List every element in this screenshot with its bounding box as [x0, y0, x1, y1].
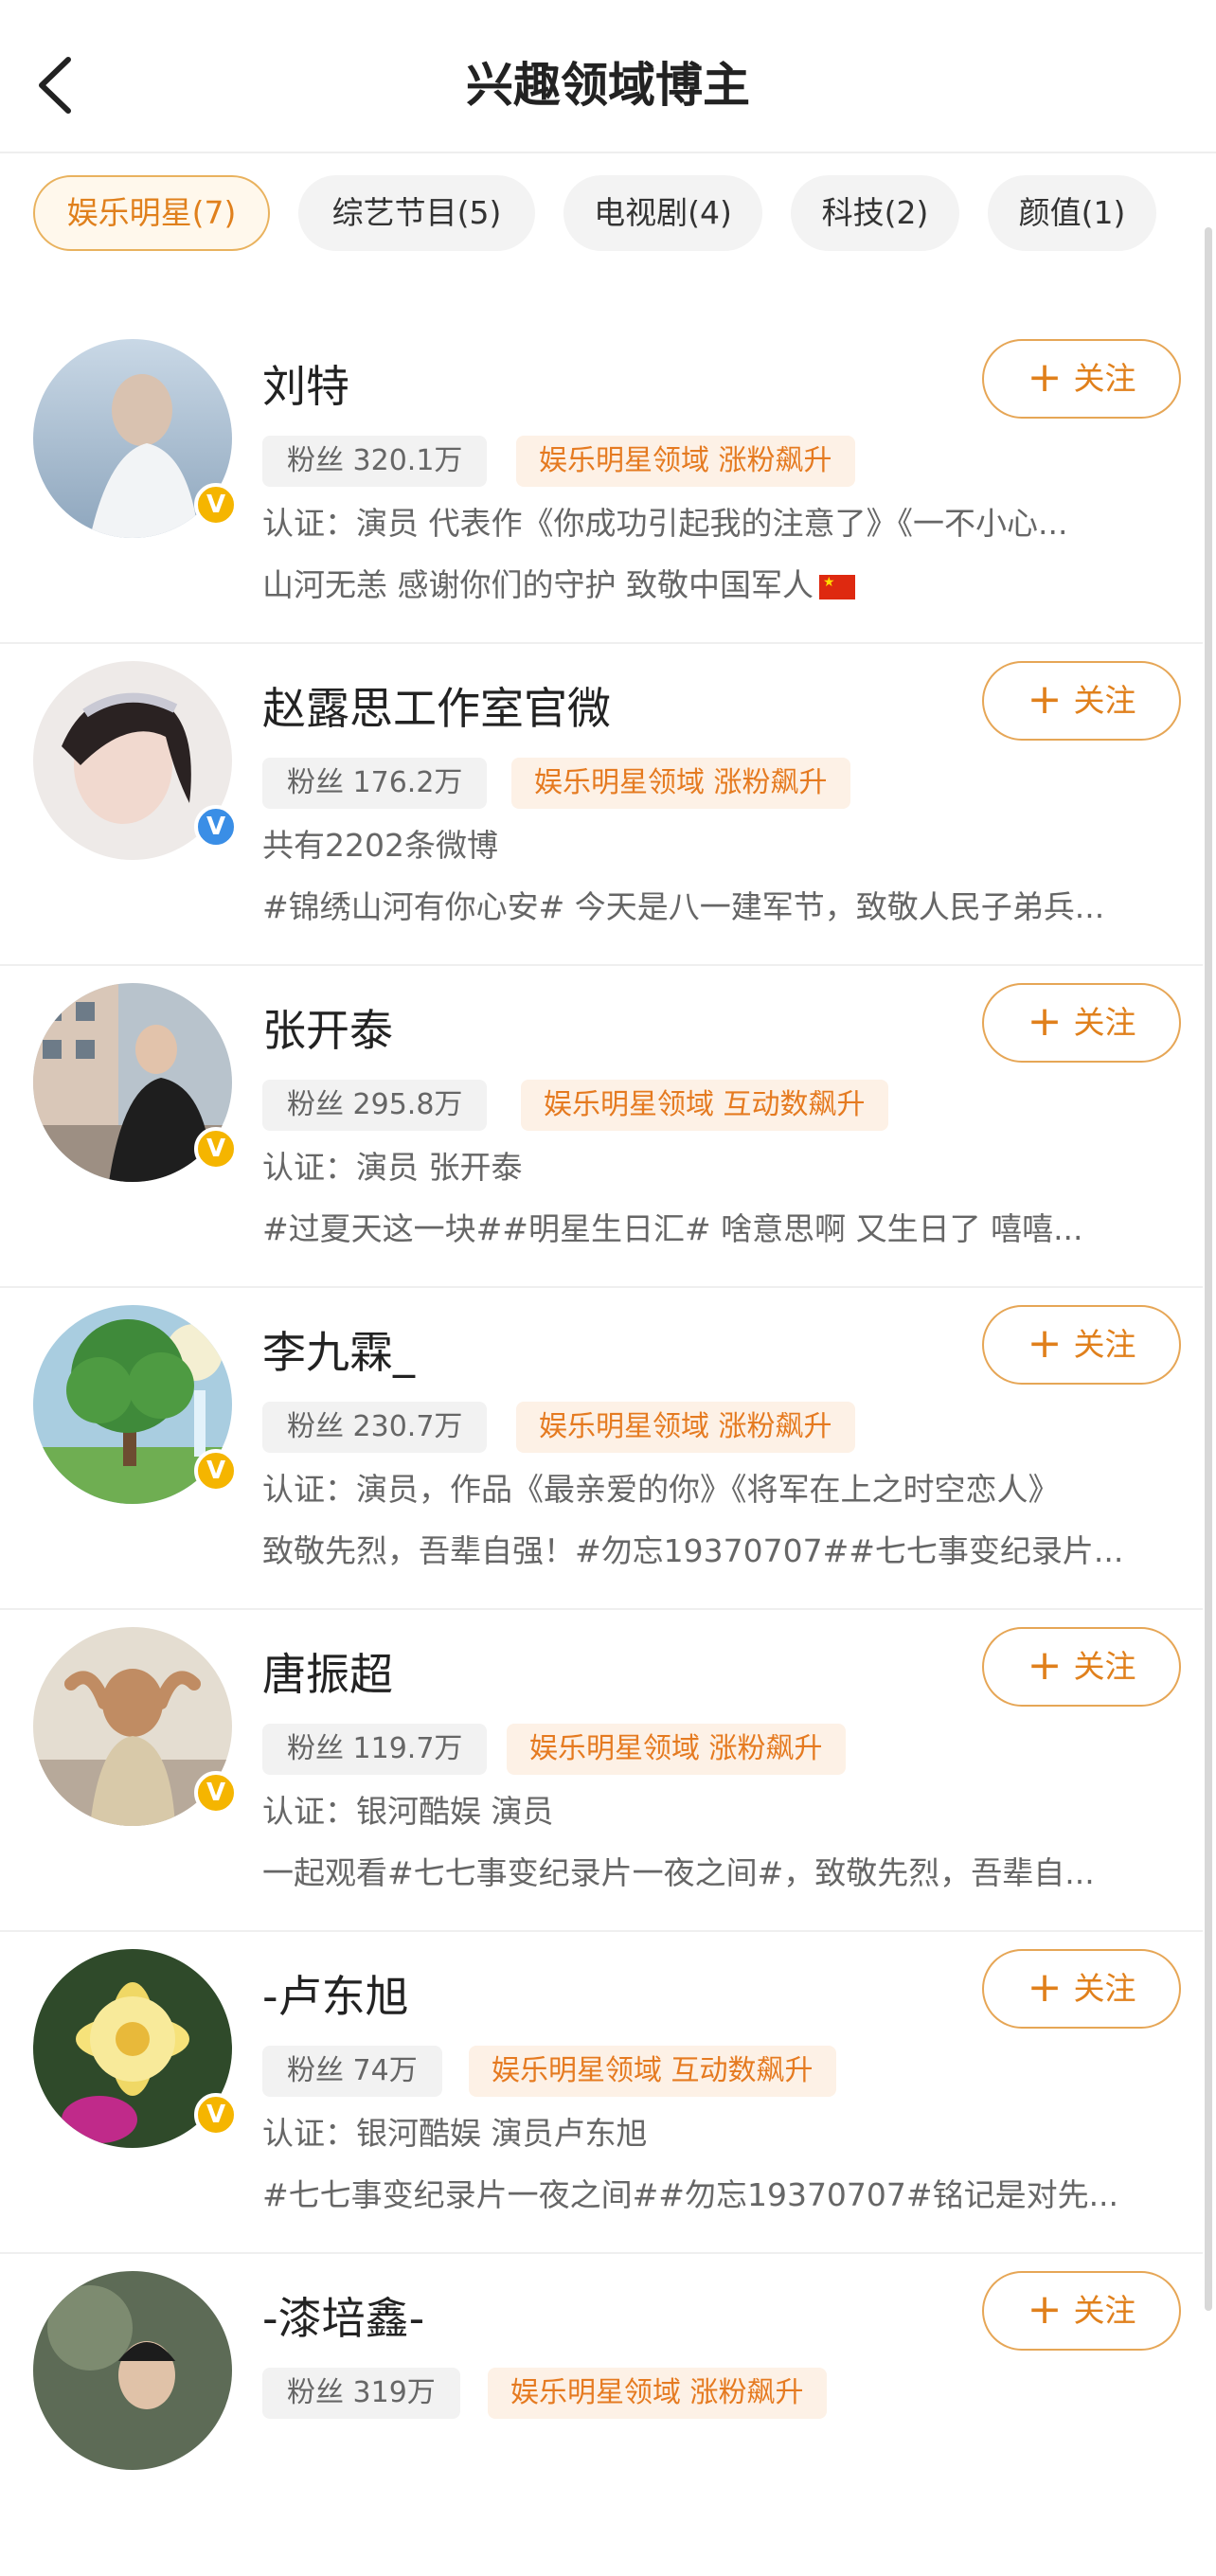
follow-button[interactable]: + 关注 [982, 1627, 1181, 1707]
list-item[interactable]: V 唐振超 粉丝 119.7万 娱乐明星领域 涨粉飙升 认证：银河酷娱 演员 一… [0, 1610, 1203, 1932]
follow-button[interactable]: + 关注 [982, 983, 1181, 1063]
verified-badge-icon: V [194, 1127, 238, 1171]
top-bar: 兴趣领域博主 [0, 0, 1216, 153]
list-item[interactable]: V 刘特 粉丝 320.1万 娱乐明星领域 涨粉飙升 认证：演员 代表作《你成功… [0, 322, 1203, 644]
avatar[interactable] [33, 2271, 232, 2470]
fans-count: 粉丝 320.1万 [262, 436, 488, 487]
follow-button[interactable]: + 关注 [982, 339, 1181, 419]
verified-badge-icon: V [194, 2093, 238, 2137]
tab-tv-drama[interactable]: 电视剧(4) [563, 175, 762, 251]
fans-count: 粉丝 176.2万 [262, 758, 488, 809]
user-name[interactable]: 李九霖_ [262, 1324, 415, 1381]
user-name[interactable]: 刘特 [262, 358, 349, 415]
user-name[interactable]: -漆培鑫- [262, 2290, 424, 2347]
domain-tag: 娱乐明星领域 涨粉飙升 [511, 758, 850, 809]
tab-variety-shows[interactable]: 综艺节目(5) [298, 175, 535, 251]
latest-post-text: 一起观看#七七事变纪录片一夜之间#，致敬先烈，吾辈自... [262, 1854, 1095, 1891]
follow-button[interactable]: + 关注 [982, 1305, 1181, 1385]
fans-count: 粉丝 295.8万 [262, 1080, 488, 1131]
plus-icon: + [1027, 1319, 1063, 1368]
verification-text: 认证：演员 代表作《你成功引起我的注意了》《一不小心... [262, 505, 1068, 542]
plus-icon: + [1027, 353, 1063, 402]
china-flag-icon [818, 574, 855, 599]
latest-post-text: #过夏天这一块##明星生日汇# 啥意思啊 又生日了 嘻嘻... [262, 1210, 1083, 1247]
verification-text: 认证：演员 张开泰 [262, 1149, 523, 1186]
post-count-text: 共有2202条微博 [262, 827, 498, 864]
list-item[interactable]: V 李九霖_ 粉丝 230.7万 娱乐明星领域 涨粉飙升 认证：演员，作品《最亲… [0, 1288, 1203, 1610]
list-item[interactable]: V 赵露思工作室官微 粉丝 176.2万 娱乐明星领域 涨粉飙升 共有2202条… [0, 644, 1203, 966]
follow-button[interactable]: + 关注 [982, 1949, 1181, 2029]
user-name[interactable]: 唐振超 [262, 1646, 393, 1703]
fans-count: 粉丝 230.7万 [262, 1402, 488, 1453]
domain-tag: 娱乐明星领域 涨粉飙升 [516, 1402, 855, 1453]
plus-icon: + [1027, 1641, 1063, 1690]
follow-button[interactable]: + 关注 [982, 661, 1181, 741]
verified-badge-icon: V [194, 483, 238, 527]
domain-tag: 娱乐明星领域 涨粉飙升 [507, 1724, 846, 1775]
plus-icon: + [1027, 997, 1063, 1046]
list-item[interactable]: -漆培鑫- 粉丝 319万 娱乐明星领域 涨粉飙升 + 关注 [0, 2254, 1203, 2576]
verified-badge-icon: V [194, 1449, 238, 1493]
scrollbar[interactable] [1205, 227, 1212, 2311]
follow-button[interactable]: + 关注 [982, 2271, 1181, 2351]
domain-tag: 娱乐明星领域 涨粉飙升 [516, 436, 855, 487]
domain-tag: 娱乐明星领域 互动数飙升 [469, 2046, 836, 2097]
category-tabs: 娱乐明星(7) 综艺节目(5) 电视剧(4) 科技(2) 颜值(1) [0, 175, 1216, 256]
verification-text: 认证：演员，作品《最亲爱的你》《将军在上之时空恋人》 [262, 1471, 1060, 1508]
tab-good-looks[interactable]: 颜值(1) [988, 175, 1156, 251]
fans-count: 粉丝 119.7万 [262, 1724, 488, 1775]
user-name[interactable]: 赵露思工作室官微 [262, 680, 611, 737]
verification-text: 认证：银河酷娱 演员卢东旭 [262, 2115, 648, 2152]
latest-post-text: #七七事变纪录片一夜之间##勿忘19370707#铭记是对先... [262, 2176, 1119, 2213]
tab-entertainment-stars[interactable]: 娱乐明星(7) [33, 175, 270, 251]
latest-post-text: 山河无恙 感谢你们的守护 致敬中国军人 [262, 559, 1171, 611]
list-item[interactable]: V 张开泰 粉丝 295.8万 娱乐明星领域 互动数飙升 认证：演员 张开泰 #… [0, 966, 1203, 1288]
plus-icon: + [1027, 675, 1063, 724]
page-title: 兴趣领域博主 [466, 58, 750, 113]
plus-icon: + [1027, 2285, 1063, 2334]
user-name[interactable]: -卢东旭 [262, 1968, 409, 2025]
latest-post-text: #锦绣山河有你心安# 今天是八一建军节，致敬人民子弟兵... [262, 888, 1105, 925]
fans-count: 粉丝 74万 [262, 2046, 442, 2097]
verified-badge-icon: V [194, 1771, 238, 1815]
list-item[interactable]: V -卢东旭 粉丝 74万 娱乐明星领域 互动数飙升 认证：银河酷娱 演员卢东旭… [0, 1932, 1203, 2254]
plus-icon: + [1027, 1963, 1063, 2012]
user-name[interactable]: 张开泰 [262, 1002, 393, 1059]
latest-post-text: 致敬先烈，吾辈自强！#勿忘19370707##七七事变纪录片... [262, 1532, 1124, 1569]
verification-text: 认证：银河酷娱 演员 [262, 1793, 554, 1830]
tab-technology[interactable]: 科技(2) [791, 175, 959, 251]
domain-tag: 娱乐明星领域 互动数飙升 [521, 1080, 888, 1131]
verified-badge-icon: V [194, 805, 238, 849]
